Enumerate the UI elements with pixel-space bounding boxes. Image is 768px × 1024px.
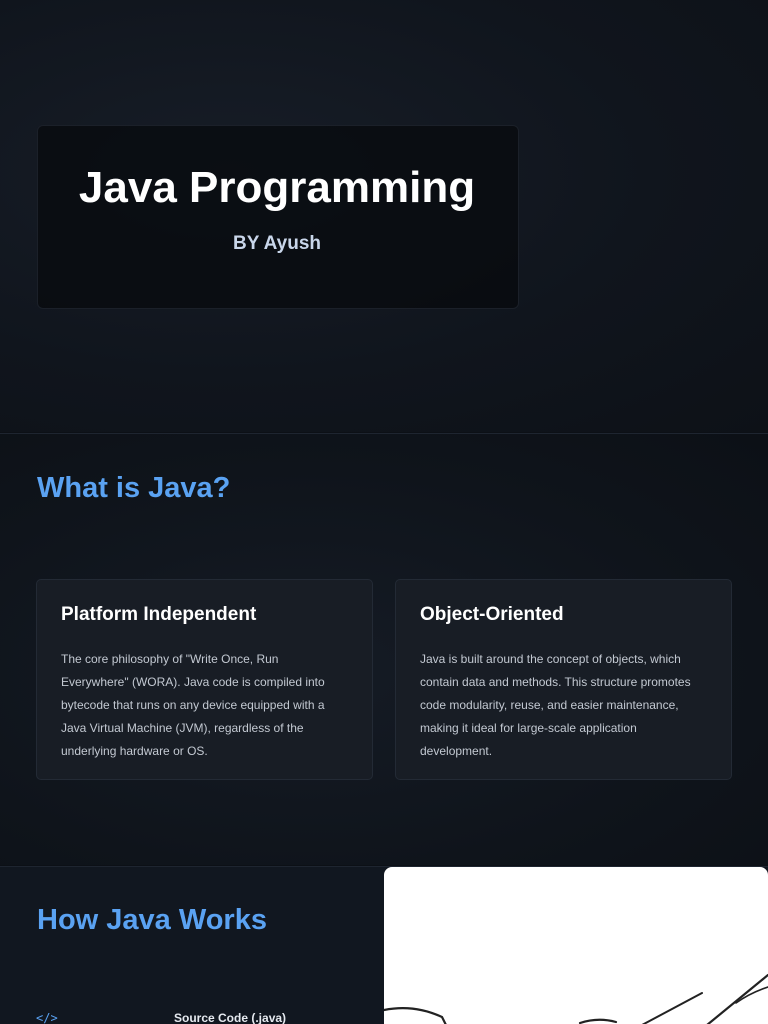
step-label-source-code: Source Code (.java) <box>174 1011 287 1024</box>
card-body: The core philosophy of "Write Once, Run … <box>61 652 325 758</box>
feature-card-platform-independent: Platform Independent The core philosophy… <box>36 579 373 780</box>
code-icon: </> <box>36 1011 58 1024</box>
title-slide: Java Programming BY Ayush <box>0 0 768 432</box>
hand-drawn-diagram <box>384 973 768 1024</box>
section-heading-how-java-works: How Java Works <box>37 904 267 936</box>
diagram-image <box>384 867 768 1024</box>
title-card <box>37 125 519 309</box>
card-title: Platform Independent <box>61 604 257 625</box>
section-heading-what-is-java: What is Java? <box>37 472 231 504</box>
what-is-java-slide: What is Java? Platform Independent The c… <box>0 433 768 865</box>
presentation-title: Java Programming <box>78 163 476 212</box>
card-title: Object-Oriented <box>420 604 564 625</box>
how-java-works-slide: How Java Works </> Source Code (.java) <box>0 866 768 1024</box>
author-byline: BY Ayush <box>233 233 321 254</box>
card-body: Java is built around the concept of obje… <box>420 652 691 758</box>
feature-card-object-oriented: Object-Oriented Java is built around the… <box>395 579 732 780</box>
